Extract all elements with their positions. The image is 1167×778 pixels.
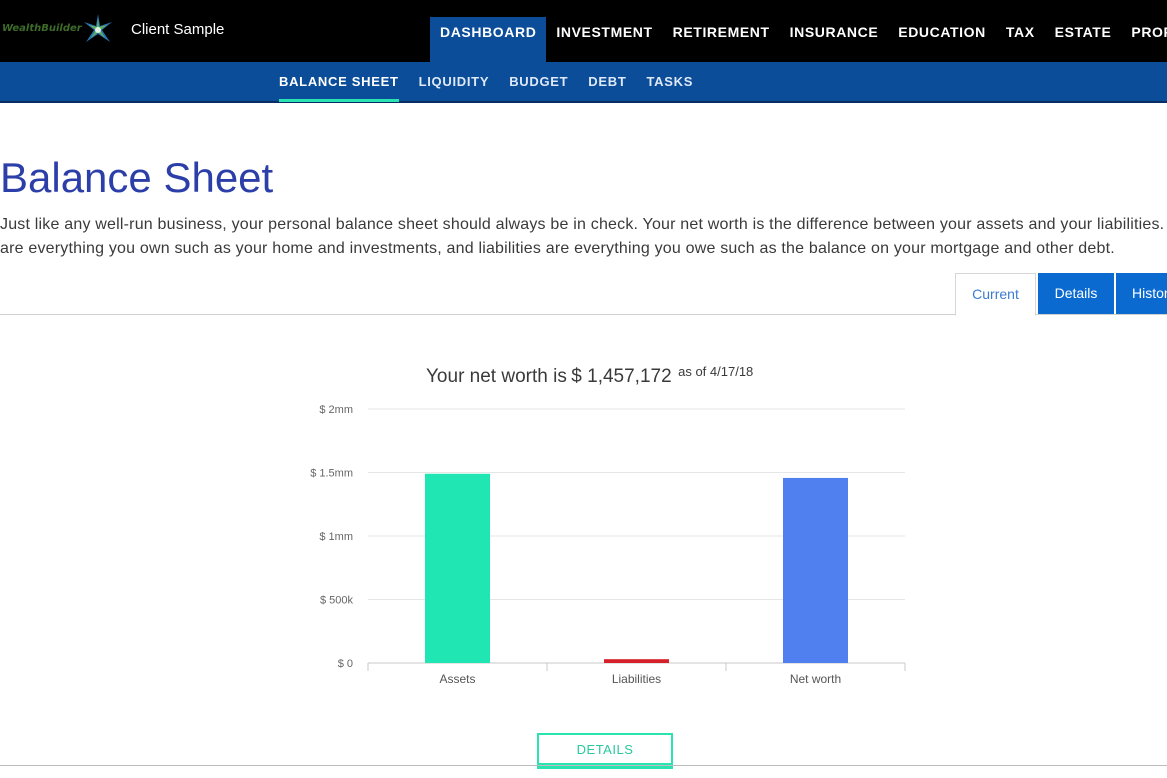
details-button[interactable]: DETAILS — [537, 733, 673, 769]
balance-chart: $ 0 $ 500k $ 1mm $ 1.5mm $ 2mm Assets Liabilit… — [310, 404, 906, 686]
x-category-label: Liabilities — [612, 672, 661, 686]
y-tick-label: $ 1mm — [319, 531, 353, 543]
x-category-label: Net worth — [790, 672, 841, 686]
y-tick-label: $ 500k — [320, 595, 354, 607]
y-tick-label: $ 1.5mm — [310, 468, 353, 480]
bar-liabilities — [604, 659, 669, 663]
x-category-label: Assets — [439, 672, 475, 686]
bar-assets — [425, 473, 490, 663]
y-tick-label: $ 2mm — [319, 404, 353, 416]
y-tick-label: $ 0 — [338, 658, 353, 670]
bottom-divider — [0, 765, 1167, 766]
bar-net-worth — [783, 477, 848, 663]
